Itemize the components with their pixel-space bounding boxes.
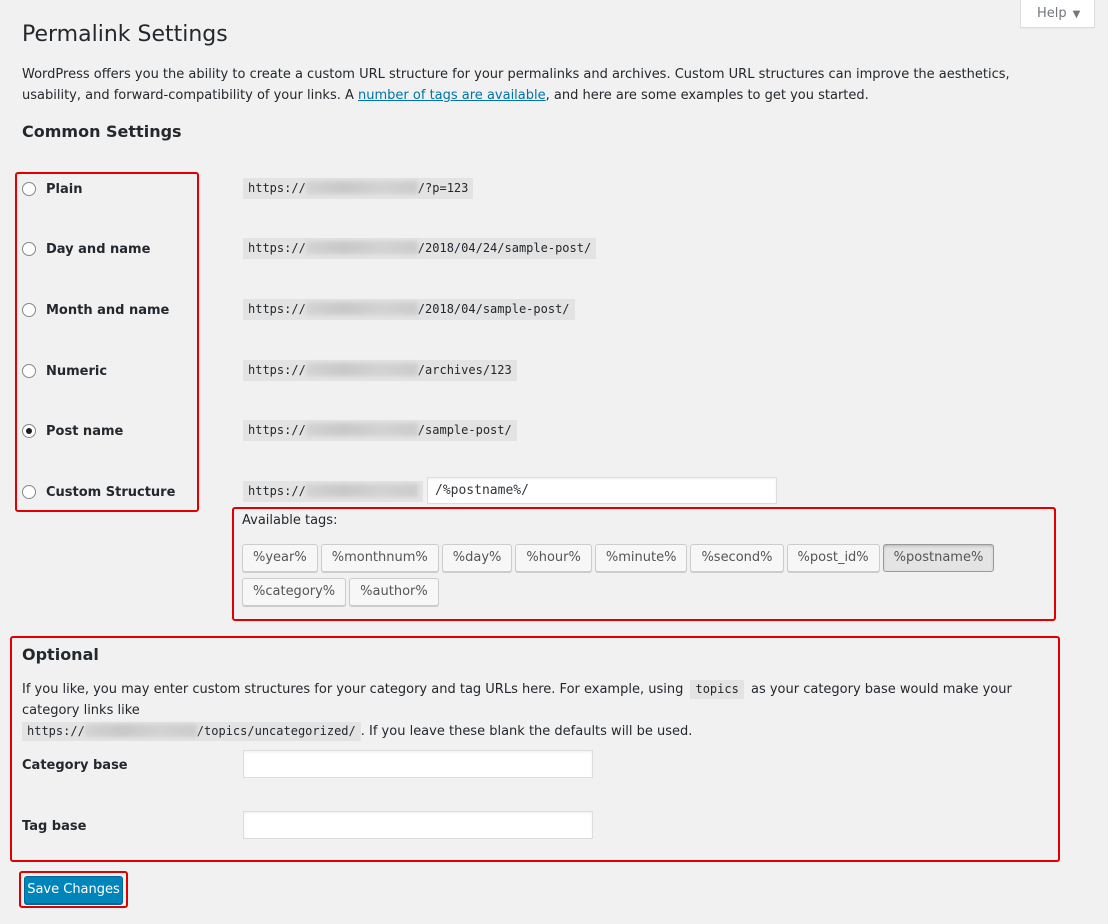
tags-list: %year% %monthnum% %day% %hour% %minute% %seco… [242,544,1054,612]
intro-text: WordPress offers you the ability to crea… [22,64,1062,106]
available-tags-label: Available tags: [242,513,338,528]
intro-after-link: , and here are some examples to get you … [545,88,869,103]
option-post-name[interactable]: Post name [22,421,123,441]
radio-day-and-name[interactable] [22,242,36,256]
radio-custom-structure[interactable] [22,485,36,499]
redacted-domain [305,423,418,436]
custom-structure-input[interactable]: /%postname%/ [427,477,777,504]
tag-button-day[interactable]: %day% [441,544,513,572]
tags-available-link[interactable]: number of tags are available [358,88,546,103]
save-changes-button[interactable]: Save Changes [24,876,123,904]
tag-button-monthnum[interactable]: %monthnum% [320,544,439,572]
url-prefix: https:// [248,423,306,437]
option-plain[interactable]: Plain [22,179,82,199]
page-title: Permalink Settings [22,22,228,47]
example-url-month-and-name: https:// /2018/04/sample-post/ [243,299,575,320]
option-label: Numeric [46,363,108,379]
option-label: Day and name [46,241,151,257]
option-custom-structure[interactable]: Custom Structure [22,482,175,502]
optional-description: If you like, you may enter custom struct… [22,679,1042,742]
options-highlight-box [15,172,199,512]
radio-numeric[interactable] [22,364,36,378]
option-label: Custom Structure [46,484,176,500]
redacted-domain [305,241,418,254]
url-prefix: https:// [248,302,306,316]
example-url-post-name: https:// /sample-post/ [243,420,517,441]
option-month-and-name[interactable]: Month and name [22,300,169,320]
url-suffix: /2018/04/24/sample-post/ [417,241,592,255]
example-url-numeric: https:// /archives/123 [243,360,517,381]
custom-structure-value: /%postname%/ [435,483,529,498]
tag-button-hour[interactable]: %hour% [515,544,592,572]
example-url-plain: https:// /?p=123 [243,178,474,199]
tag-base-input[interactable] [243,811,593,839]
help-tab[interactable]: Help ▼ [1020,0,1095,28]
example-url-day-and-name: https:// /2018/04/24/sample-post/ [243,238,597,259]
category-base-example-code: topics [690,680,744,699]
redacted-domain [84,724,197,737]
tag-button-postname[interactable]: %postname% [882,544,995,572]
optional-desc-part1: If you like, you may enter custom struct… [22,682,684,697]
url-suffix: /sample-post/ [417,423,512,437]
redacted-domain [305,363,418,376]
option-label: Plain [46,181,83,197]
url-prefix: https:// [248,181,306,195]
option-label: Post name [46,423,124,439]
url-suffix: /topics/uncategorized/ [196,724,356,738]
url-suffix: /?p=123 [417,181,469,195]
tag-button-post-id[interactable]: %post_id% [786,544,880,572]
tag-button-second[interactable]: %second% [690,544,784,572]
url-prefix: https:// [248,484,306,498]
option-label: Month and name [46,302,170,318]
example-url-custom: https:// [243,481,423,502]
tag-button-minute[interactable]: %minute% [594,544,688,572]
optional-heading: Optional [22,645,99,664]
tag-button-author[interactable]: %author% [349,578,439,606]
optional-desc-part3: . If you leave these blank the defaults … [360,724,693,739]
option-day-and-name[interactable]: Day and name [22,239,150,259]
category-base-input[interactable] [243,750,593,778]
option-numeric[interactable]: Numeric [22,361,107,381]
category-url-example-code: https:// /topics/uncategorized/ [22,722,361,741]
tag-base-label: Tag base [22,819,87,834]
url-prefix: https:// [27,724,85,738]
url-suffix: /archives/123 [417,363,512,377]
common-settings-heading: Common Settings [22,122,182,141]
tag-button-year[interactable]: %year% [242,544,318,572]
tag-button-category[interactable]: %category% [242,578,347,606]
category-base-label: Category base [22,758,128,773]
radio-month-and-name[interactable] [22,303,36,317]
radio-post-name[interactable] [22,424,36,438]
redacted-domain [305,302,418,315]
url-prefix: https:// [248,241,306,255]
caret-down-icon: ▼ [1072,9,1081,20]
url-prefix: https:// [248,363,306,377]
redacted-domain [305,484,418,497]
radio-plain[interactable] [22,182,36,196]
help-label: Help [1037,6,1067,21]
url-suffix: /2018/04/sample-post/ [417,302,570,316]
redacted-domain [305,181,418,194]
